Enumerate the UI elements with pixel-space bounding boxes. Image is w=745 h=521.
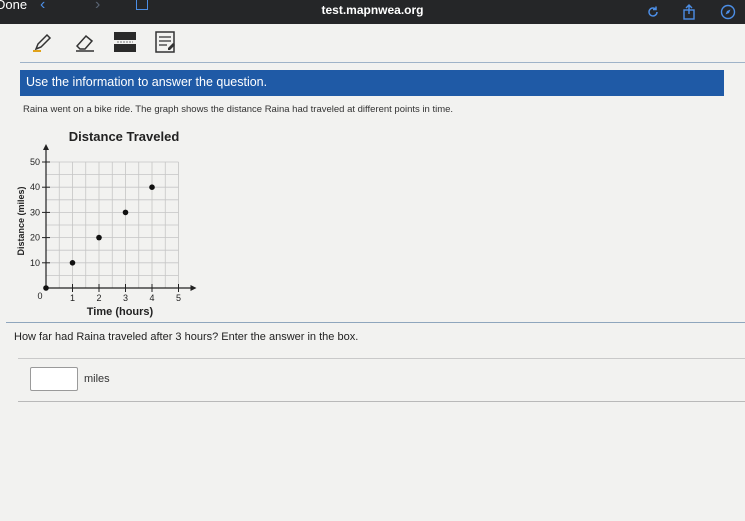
eraser-icon[interactable]	[72, 29, 98, 55]
chart-ticks: 1 2 3 4 5 10 20 30 40 50	[30, 157, 181, 303]
x-tick-label: 4	[149, 293, 154, 303]
data-point	[149, 184, 155, 190]
data-point	[122, 209, 129, 216]
tool-bar	[0, 24, 745, 60]
x-tick-label: 5	[176, 293, 181, 303]
share-icon[interactable]	[681, 4, 697, 20]
pencil-icon[interactable]	[30, 29, 56, 55]
data-point	[69, 260, 76, 266]
question-prompt: Raina went on a bike ride. The graph sho…	[23, 104, 454, 115]
distance-chart: Distance Traveled Distance (miles) Time …	[16, 129, 197, 318]
x-tick-label: 3	[123, 293, 128, 303]
answer-panel	[18, 358, 745, 402]
y-axis-arrow	[43, 144, 49, 150]
compass-icon[interactable]	[720, 4, 736, 20]
notepad-icon[interactable]	[152, 29, 178, 55]
x-tick-label: 2	[96, 293, 101, 303]
x-axis-label: Time (hours)	[87, 306, 154, 318]
x-tick-label: 1	[70, 293, 75, 303]
data-point-origin	[43, 285, 49, 291]
y-tick-label: 10	[30, 258, 40, 268]
data-point	[96, 234, 102, 241]
chart-title: Distance Traveled	[69, 129, 180, 144]
x-axis-arrow	[190, 285, 197, 291]
line-reader-icon[interactable]	[112, 29, 138, 55]
address-bar-url[interactable]: test.mapnwea.org	[0, 3, 745, 17]
origin-label: 0	[37, 291, 42, 301]
answer-input[interactable]	[30, 367, 78, 391]
chart-grid	[45, 161, 179, 289]
answer-unit: miles	[84, 373, 110, 385]
y-tick-label: 30	[30, 207, 40, 217]
question-text: How far had Raina traveled after 3 hours…	[14, 331, 359, 343]
y-tick-label: 40	[30, 182, 40, 192]
toolbar-divider	[20, 62, 745, 63]
reload-icon[interactable]	[645, 4, 661, 20]
y-axis-label: Distance (miles)	[16, 186, 26, 255]
y-tick-label: 50	[30, 157, 40, 167]
instruction-banner: Use the information to answer the questi…	[20, 70, 724, 96]
browser-top-bar: Done ‹ › test.mapnwea.org	[0, 0, 745, 24]
section-divider	[6, 322, 745, 323]
instruction-banner-text: Use the information to answer the questi…	[26, 75, 268, 89]
y-tick-label: 20	[30, 233, 40, 243]
chart-axes	[43, 144, 197, 291]
